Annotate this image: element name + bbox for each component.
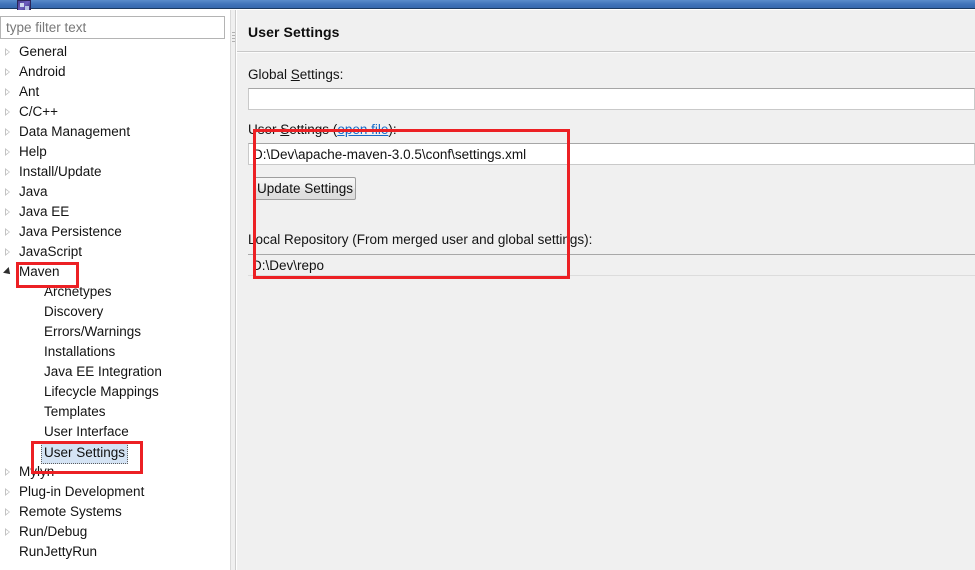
preferences-tree[interactable]: General Android Ant C/C++ Data Management Hel… (0, 42, 229, 570)
global-settings-label-mnemonic: S (290, 67, 300, 82)
tree-item-label: Mylyn (19, 464, 55, 479)
tree-item-android[interactable]: Android (0, 62, 229, 82)
local-repository-input[interactable] (248, 254, 975, 276)
tree-item-label: Data Management (19, 124, 131, 139)
tree-item-templates[interactable]: Templates (0, 402, 229, 422)
user-settings-label-mnemonic: S (280, 122, 290, 137)
tree-item-label: Remote Systems (19, 504, 122, 519)
tree-item-label: C/C++ (19, 104, 59, 119)
tree-item-ant[interactable]: Ant (0, 82, 229, 102)
user-settings-page: User Settings Global Settings: User Sett… (237, 10, 975, 570)
user-settings-label-post: ): (388, 122, 397, 137)
tree-item-label: Archetypes (44, 284, 112, 299)
tree-item-plug-in-development[interactable]: Plug-in Development (0, 482, 229, 502)
tree-item-label: Ant (19, 84, 40, 99)
tree-item-label: User Settings (41, 442, 129, 464)
tree-item-label: Templates (44, 404, 106, 419)
tree-item-installations[interactable]: Installations (0, 342, 229, 362)
tree-item-label: Java EE Integration (44, 364, 162, 379)
tree-item-general[interactable]: General (0, 42, 229, 62)
tree-item-label: Discovery (44, 304, 104, 319)
tree-item-user-settings[interactable]: User Settings (0, 442, 229, 464)
tree-item-label: JavaScript (19, 244, 83, 259)
tree-item-label: Run/Debug (19, 524, 88, 539)
tree-item-label: Lifecycle Mappings (44, 384, 159, 399)
tree-item-label: Errors/Warnings (44, 324, 142, 339)
tree-item-label: Install/Update (19, 164, 102, 179)
tree-item-lifecycle-mappings[interactable]: Lifecycle Mappings (0, 382, 229, 402)
tree-item-help[interactable]: Help (0, 142, 229, 162)
tree-item-user-interface[interactable]: User Interface (0, 422, 229, 442)
global-settings-input[interactable] (248, 88, 975, 110)
local-repository-label: Local Repository (From merged user and g… (248, 232, 593, 247)
page-title: User Settings (248, 24, 340, 40)
tree-item-label: General (19, 44, 68, 59)
tree-item-errors-warnings[interactable]: Errors/Warnings (0, 322, 229, 342)
user-settings-input[interactable] (248, 143, 975, 165)
title-divider-highlight (237, 52, 975, 53)
tree-item-label: Installations (44, 344, 116, 359)
tree-item-maven[interactable]: Maven (0, 262, 229, 282)
filter-input[interactable] (0, 16, 225, 39)
tree-item-install-update[interactable]: Install/Update (0, 162, 229, 182)
window-titlebar (0, 0, 975, 12)
user-settings-label: User Settings (open file): (248, 122, 397, 137)
eclipse-icon-glyph-a (20, 3, 24, 7)
tree-item-java-persistence[interactable]: Java Persistence (0, 222, 229, 242)
tree-item-archetypes[interactable]: Archetypes (0, 282, 229, 302)
tree-item-label: Plug-in Development (19, 484, 145, 499)
user-settings-label-mid: ettings ( (289, 122, 338, 137)
tree-item-java-ee-integration[interactable]: Java EE Integration (0, 362, 229, 382)
tree-item-label: User Interface (44, 424, 129, 439)
global-settings-label-post: ettings: (299, 67, 344, 82)
open-file-link[interactable]: open file (337, 122, 388, 137)
tree-item-label: Java Persistence (19, 224, 122, 239)
panel-splitter[interactable] (230, 10, 236, 570)
global-settings-label: Global Settings: (248, 67, 343, 82)
preferences-dialog: General Android Ant C/C++ Data Management Hel… (0, 0, 975, 570)
update-settings-button[interactable]: Update Settings (254, 177, 356, 200)
tree-item-label: Java EE (19, 204, 70, 219)
tree-item-java[interactable]: Java (0, 182, 229, 202)
tree-item-runjettyrun[interactable]: RunJettyRun (0, 542, 229, 562)
splitter-grip-icon (232, 32, 235, 42)
tree-item-java-ee[interactable]: Java EE (0, 202, 229, 222)
tree-item-label: Maven (19, 264, 60, 279)
preferences-sidebar: General Android Ant C/C++ Data Management Hel… (0, 10, 230, 570)
user-settings-label-pre: User (248, 122, 281, 137)
tree-item-data-management[interactable]: Data Management (0, 122, 229, 142)
tree-item-discovery[interactable]: Discovery (0, 302, 229, 322)
tree-item-remote-systems[interactable]: Remote Systems (0, 502, 229, 522)
tree-item-label: Android (19, 64, 66, 79)
tree-item-run-debug[interactable]: Run/Debug (0, 522, 229, 542)
tree-item-c-c[interactable]: C/C++ (0, 102, 229, 122)
tree-item-label: Java (19, 184, 48, 199)
tree-item-label: Help (19, 144, 47, 159)
global-settings-label-pre: Global (248, 67, 291, 82)
tree-item-label: RunJettyRun (19, 544, 98, 559)
tree-item-mylyn[interactable]: Mylyn (0, 462, 229, 482)
tree-item-javascript[interactable]: JavaScript (0, 242, 229, 262)
